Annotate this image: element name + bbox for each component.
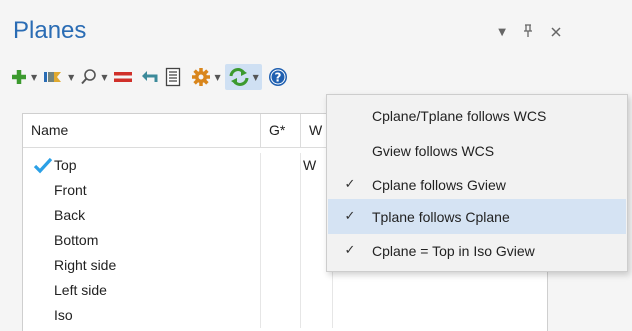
help-button[interactable]: ? (268, 64, 288, 90)
equals-icon (114, 72, 133, 82)
window-controls: ▼ (498, 24, 562, 41)
row-name: Front (23, 178, 261, 203)
row-name: Iso (23, 303, 261, 328)
chevron-down-icon: ▼ (101, 72, 108, 82)
pin-icon[interactable] (522, 24, 534, 41)
row-name: Left side (23, 278, 261, 303)
undo-arrow-icon (142, 71, 158, 82)
select-plane-icon (44, 72, 62, 82)
panel-dropdown-icon[interactable]: ▼ (498, 25, 506, 41)
row-g-cell (261, 178, 301, 203)
sync-icon (229, 68, 249, 86)
menu-item-label: Cplane = Top in Iso Gview (372, 242, 535, 259)
column-header-g[interactable]: G* (261, 114, 301, 147)
table-row[interactable]: Left side (23, 278, 547, 303)
row-g-cell (261, 278, 301, 303)
check-icon: ✓ (344, 209, 356, 224)
row-w-cell (301, 278, 333, 303)
row-name: Bottom (23, 228, 261, 253)
menu-item-label: Gview follows WCS (372, 142, 495, 159)
find-button[interactable]: ▼ (80, 64, 107, 90)
sync-button[interactable]: ▼ (224, 64, 262, 90)
column-header-name[interactable]: Name (23, 114, 261, 147)
row-name: Right side (23, 253, 261, 278)
active-check-icon (33, 157, 53, 174)
properties-icon (166, 67, 181, 87)
properties-button[interactable] (165, 64, 181, 90)
chevron-down-icon: ▼ (31, 72, 38, 82)
planes-panel: Planes ▼ ▼ ▼ ▼ ▼ ▼ ? Name G* W Top W Fro… (0, 0, 632, 331)
row-g-cell (261, 303, 301, 328)
row-rest-cell (333, 303, 547, 328)
menu-item-label: Tplane follows Cplane (372, 208, 510, 225)
equals-button[interactable] (113, 64, 133, 90)
chevron-down-icon: ▼ (252, 72, 259, 82)
undo-button[interactable] (139, 64, 159, 90)
row-w-cell (301, 303, 333, 328)
row-g-cell (261, 203, 301, 228)
gear-icon (192, 68, 211, 86)
panel-title: Planes (13, 17, 87, 44)
sync-dropdown-menu: Cplane/Tplane follows WCS Gview follows … (326, 94, 628, 272)
row-g-cell (261, 228, 301, 253)
close-icon[interactable] (550, 25, 562, 41)
row-name-cell: Top (23, 153, 261, 178)
table-row[interactable]: Iso (23, 303, 547, 328)
toolbar: ▼ ▼ ▼ ▼ ▼ ? (10, 63, 294, 91)
menu-item-gview-follows-wcs[interactable]: Gview follows WCS (328, 133, 626, 168)
check-icon: ✓ (344, 243, 356, 258)
menu-item-tplane-follows-cplane[interactable]: ✓ Tplane follows Cplane (328, 199, 626, 234)
menu-item-label: Cplane/Tplane follows WCS (372, 107, 547, 124)
menu-item-cplane-top-in-iso-gview[interactable]: ✓ Cplane = Top in Iso Gview (328, 233, 626, 268)
menu-item-cplane-follows-gview[interactable]: ✓ Cplane follows Gview (328, 167, 626, 202)
svg-text:?: ? (274, 71, 281, 85)
select-plane-button[interactable]: ▼ (43, 64, 74, 90)
help-icon: ? (268, 68, 287, 86)
settings-button[interactable]: ▼ (191, 64, 221, 90)
menu-item-cplane-tplane-follows-wcs[interactable]: Cplane/Tplane follows WCS (328, 98, 626, 133)
row-name: Back (23, 203, 261, 228)
row-g-cell (261, 253, 301, 278)
check-icon: ✓ (344, 177, 356, 192)
row-rest-cell (333, 278, 547, 303)
row-g-cell (261, 153, 301, 178)
plus-icon (12, 70, 26, 84)
menu-item-label: Cplane follows Gview (372, 176, 506, 193)
find-icon (81, 69, 97, 85)
chevron-down-icon: ▼ (214, 72, 221, 82)
add-plane-button[interactable]: ▼ (10, 64, 37, 90)
chevron-down-icon: ▼ (68, 72, 75, 82)
row-name: Top (54, 157, 77, 173)
